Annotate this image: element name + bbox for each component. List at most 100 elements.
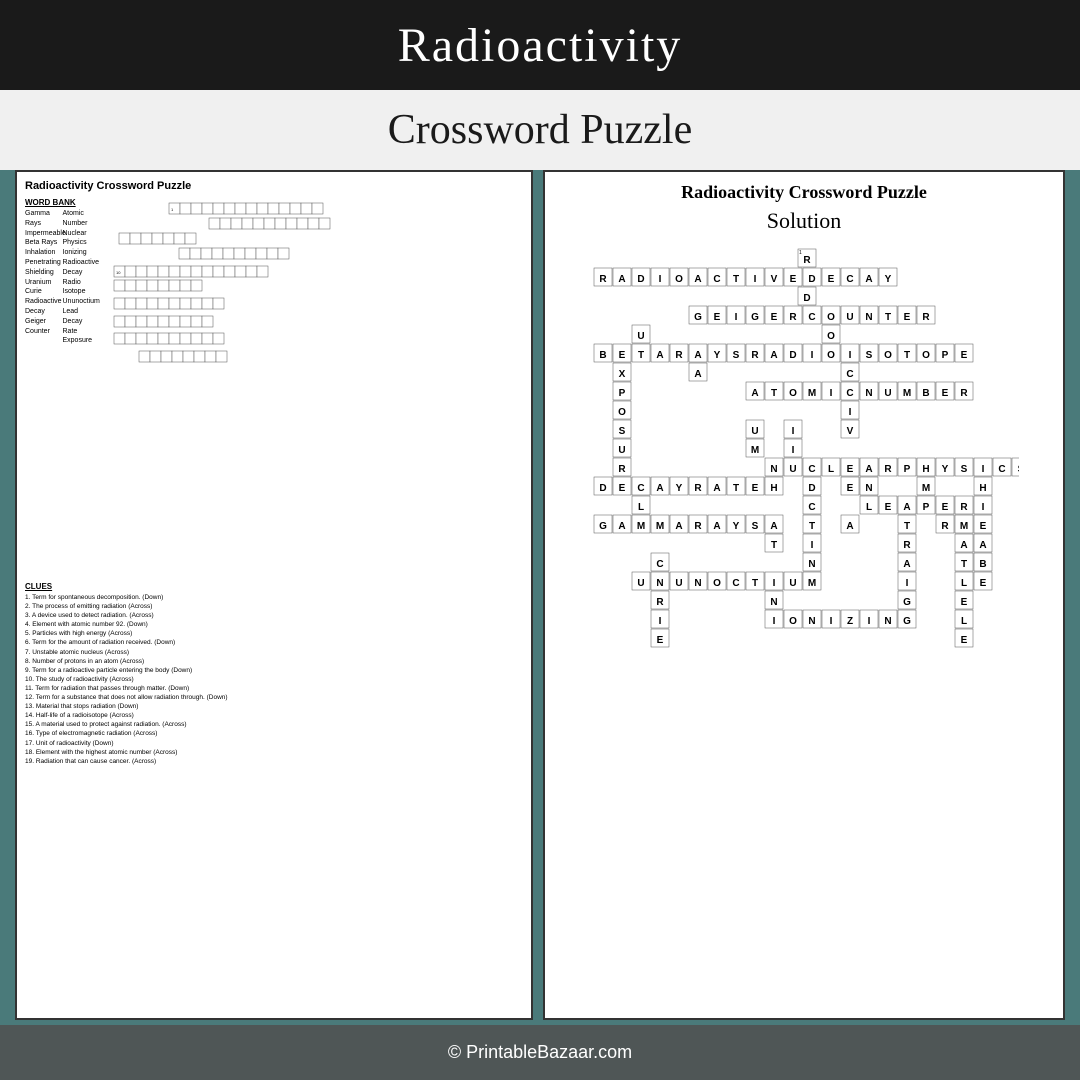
- footer: © PrintableBazaar.com: [0, 1025, 1080, 1080]
- svg-text:U: U: [846, 312, 853, 323]
- svg-text:Z: Z: [847, 616, 853, 627]
- svg-text:R: R: [694, 521, 702, 532]
- svg-text:N: N: [808, 559, 815, 570]
- svg-text:N: N: [770, 597, 777, 608]
- svg-text:R: R: [675, 350, 683, 361]
- svg-text:O: O: [713, 578, 721, 589]
- svg-text:O: O: [675, 274, 683, 285]
- clue-16: 16. Type of electromagnetic radiation (A…: [25, 729, 523, 738]
- svg-text:I: I: [735, 312, 738, 323]
- svg-text:U: U: [789, 464, 796, 475]
- svg-text:E: E: [942, 388, 949, 399]
- svg-text:G: G: [903, 616, 911, 627]
- word-item: Atomic Number: [63, 209, 96, 229]
- word-item: Inhalation: [25, 248, 58, 258]
- svg-text:L: L: [961, 616, 967, 627]
- svg-text:M: M: [808, 578, 816, 589]
- svg-text:M: M: [656, 521, 664, 532]
- right-panel: Radioactivity Crossword Puzzle Solution …: [543, 170, 1065, 1020]
- svg-text:A: A: [865, 464, 872, 475]
- svg-text:I: I: [792, 445, 795, 456]
- word-item: Impermeable: [25, 229, 58, 239]
- svg-text:T: T: [733, 274, 739, 285]
- svg-text:U: U: [884, 388, 891, 399]
- svg-text:T: T: [904, 521, 910, 532]
- svg-text:C: C: [637, 483, 644, 494]
- svg-text:C: C: [732, 578, 739, 589]
- solution-label: Solution: [555, 208, 1053, 234]
- svg-text:T: T: [733, 483, 739, 494]
- svg-text:Y: Y: [714, 350, 721, 361]
- svg-text:M: M: [903, 388, 911, 399]
- svg-text:A: A: [656, 350, 663, 361]
- svg-text:G: G: [599, 521, 607, 532]
- svg-text:H: H: [922, 464, 929, 475]
- top-title: Radioactivity: [398, 18, 683, 73]
- svg-text:O: O: [789, 388, 797, 399]
- word-item: Penetrating: [25, 258, 58, 268]
- svg-text:C: C: [713, 274, 720, 285]
- clue-12: 12. Term for a substance that does not a…: [25, 693, 523, 702]
- svg-text:D: D: [803, 293, 810, 304]
- svg-text:D: D: [637, 274, 644, 285]
- svg-text:A: A: [960, 540, 967, 551]
- subtitle-title: Crossword Puzzle: [388, 106, 692, 154]
- main-content: Radioactivity Crossword Puzzle WORD BANK…: [15, 170, 1065, 1020]
- svg-text:E: E: [752, 483, 759, 494]
- word-bank-label: WORD BANK: [25, 198, 95, 207]
- svg-text:U: U: [637, 578, 644, 589]
- svg-text:T: T: [771, 540, 777, 551]
- svg-text:U: U: [789, 578, 796, 589]
- svg-text:A: A: [903, 502, 910, 513]
- svg-text:C: C: [656, 559, 663, 570]
- svg-text:V: V: [847, 426, 854, 437]
- footer-text: © PrintableBazaar.com: [448, 1042, 632, 1063]
- svg-text:A: A: [865, 274, 872, 285]
- svg-text:R: R: [618, 464, 626, 475]
- svg-text:E: E: [847, 483, 854, 494]
- svg-text:N: N: [865, 312, 872, 323]
- svg-text:I: I: [982, 502, 985, 513]
- svg-text:C: C: [808, 312, 815, 323]
- top-bar: Radioactivity: [0, 0, 1080, 90]
- svg-text:O: O: [922, 350, 930, 361]
- svg-text:A: A: [979, 540, 986, 551]
- word-item: Radio Isotope: [63, 278, 96, 298]
- svg-text:C: C: [846, 388, 853, 399]
- svg-text:P: P: [923, 502, 930, 513]
- svg-text:I: I: [811, 540, 814, 551]
- svg-text:U: U: [618, 445, 625, 456]
- svg-text:T: T: [771, 388, 777, 399]
- svg-text:L: L: [638, 502, 644, 513]
- clue-18: 18. Element with the highest atomic numb…: [25, 748, 523, 757]
- svg-text:L: L: [866, 502, 872, 513]
- word-item: Gamma Rays: [25, 209, 58, 229]
- svg-text:N: N: [884, 616, 891, 627]
- svg-text:P: P: [942, 350, 949, 361]
- svg-text:R: R: [803, 255, 811, 266]
- svg-text:Y: Y: [733, 521, 740, 532]
- svg-text:D: D: [808, 274, 815, 285]
- word-item: Ununoctium: [63, 297, 96, 307]
- svg-text:C: C: [808, 464, 815, 475]
- svg-text:I: I: [773, 578, 776, 589]
- svg-text:R: R: [694, 483, 702, 494]
- solution-panel-title: Radioactivity Crossword Puzzle: [555, 182, 1053, 203]
- word-item: Ionizing: [63, 248, 96, 258]
- svg-text:A: A: [656, 483, 663, 494]
- svg-text:H: H: [770, 483, 777, 494]
- clue-4: 4. Element with atomic number 92. (Down): [25, 620, 523, 629]
- svg-text:T: T: [904, 350, 910, 361]
- svg-text:I: I: [659, 616, 662, 627]
- svg-text:A: A: [713, 521, 720, 532]
- word-item: Uranium: [25, 278, 58, 288]
- word-item: Shielding: [25, 268, 58, 278]
- clues-section: CLUES 1. Term for spontaneous decomposit…: [25, 582, 523, 766]
- word-item: Nuclear Physics: [63, 229, 96, 249]
- clue-11: 11. Term for radiation that passes throu…: [25, 684, 523, 693]
- svg-text:A: A: [770, 521, 777, 532]
- grid-visual: 2: [99, 198, 523, 578]
- word-item: Exposure: [63, 336, 96, 346]
- svg-text:E: E: [847, 464, 854, 475]
- svg-text:M: M: [922, 483, 930, 494]
